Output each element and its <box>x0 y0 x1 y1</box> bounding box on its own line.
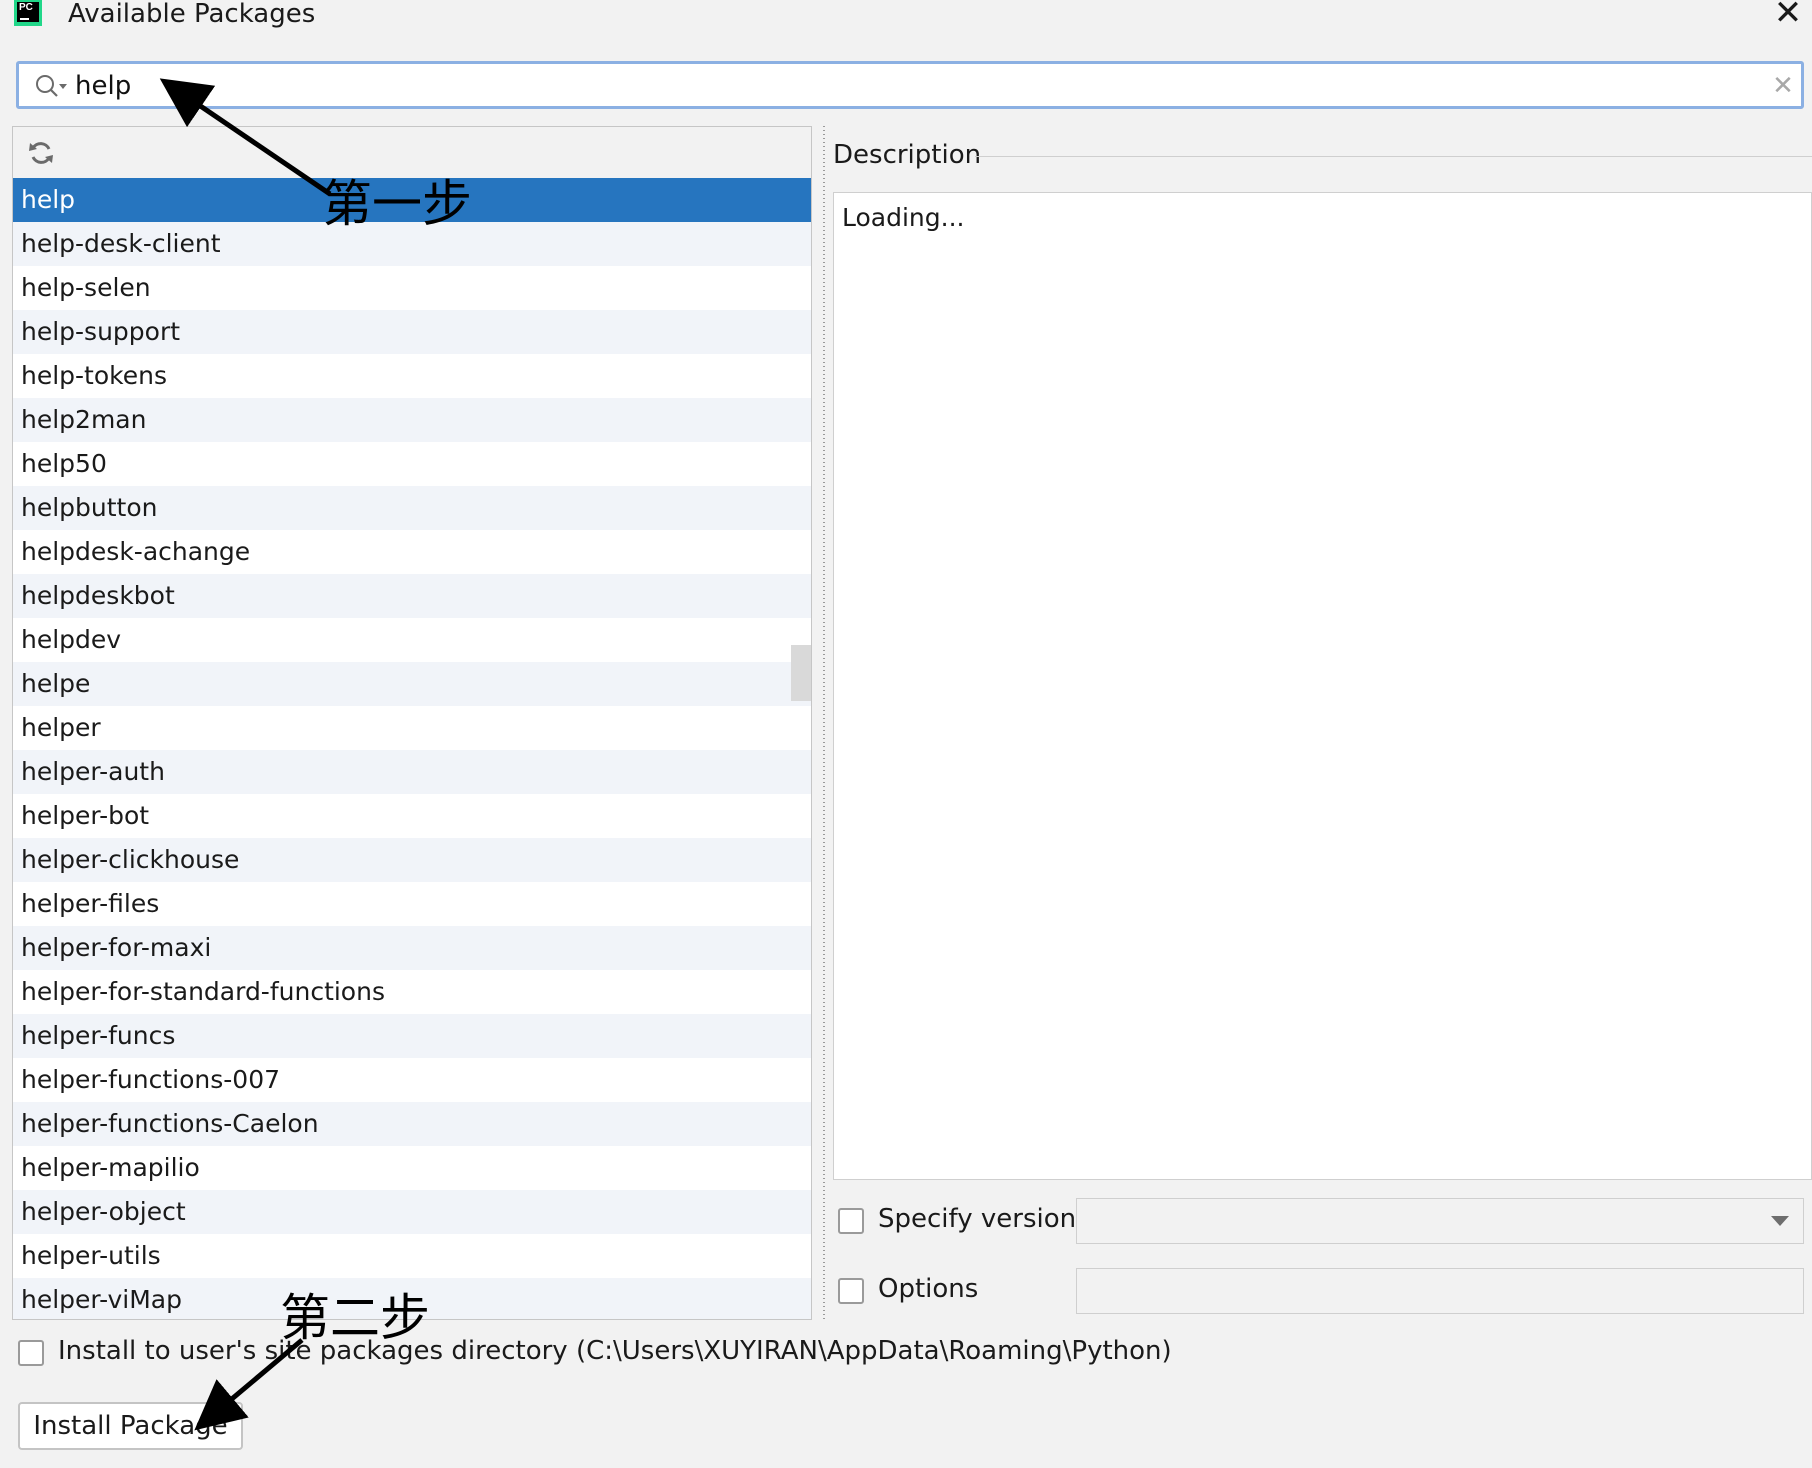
panel-splitter[interactable] <box>820 126 828 1320</box>
package-list-item[interactable]: helper-files <box>13 882 811 926</box>
specify-version-label[interactable]: Specify version <box>878 1204 1076 1234</box>
package-list-item[interactable]: helper-for-standard-functions <box>13 970 811 1014</box>
package-list-item[interactable]: helpdeskbot <box>13 574 811 618</box>
package-list-item[interactable]: helper-auth <box>13 750 811 794</box>
search-field[interactable]: ✕ <box>16 61 1804 109</box>
description-text: Loading... <box>842 203 965 232</box>
search-icon[interactable] <box>31 72 71 100</box>
package-list: help help-desk-client help-selen help-suppo… <box>13 178 811 1319</box>
options-checkbox[interactable] <box>838 1278 864 1304</box>
dialog-title: Available Packages <box>68 0 316 29</box>
package-list-item[interactable]: helper-utils <box>13 1234 811 1278</box>
install-to-user-label[interactable]: Install to user's site packages director… <box>58 1336 1172 1366</box>
clear-search-icon[interactable]: ✕ <box>1771 72 1795 100</box>
pycharm-app-icon: PC <box>14 0 42 26</box>
package-list-item[interactable]: helper-for-maxi <box>13 926 811 970</box>
package-list-item[interactable]: help2man <box>13 398 811 442</box>
package-list-item[interactable]: helper <box>13 706 811 750</box>
package-list-scrollbar[interactable] <box>791 645 811 701</box>
package-list-panel: help help-desk-client help-selen help-suppo… <box>12 126 812 1320</box>
install-package-button[interactable]: Install Package <box>18 1402 243 1450</box>
options-input[interactable] <box>1076 1268 1804 1314</box>
description-box: Loading... <box>833 192 1812 1180</box>
package-list-item[interactable]: helper-functions-007 <box>13 1058 811 1102</box>
close-icon[interactable]: ✕ <box>1772 0 1804 30</box>
package-list-item[interactable]: helper-functions-Caelon <box>13 1102 811 1146</box>
specify-version-checkbox[interactable] <box>838 1208 864 1234</box>
package-list-item[interactable]: help50 <box>13 442 811 486</box>
package-list-item[interactable]: helper-funcs <box>13 1014 811 1058</box>
package-list-item[interactable]: helper-bot <box>13 794 811 838</box>
package-list-item[interactable]: help-selen <box>13 266 811 310</box>
package-list-item[interactable]: help-tokens <box>13 354 811 398</box>
package-list-item[interactable]: helpbutton <box>13 486 811 530</box>
install-to-user-checkbox[interactable] <box>18 1340 44 1366</box>
options-label[interactable]: Options <box>878 1274 978 1304</box>
search-input[interactable] <box>75 68 1675 104</box>
version-dropdown[interactable] <box>1076 1198 1804 1244</box>
app-icon-text: PC <box>17 2 39 22</box>
description-divider <box>975 156 1812 157</box>
refresh-icon[interactable] <box>27 139 55 167</box>
package-list-item[interactable]: helper-mapilio <box>13 1146 811 1190</box>
step1-annotation: 第一步 <box>322 175 472 233</box>
description-label: Description <box>833 140 982 170</box>
step2-annotation: 第二步 <box>280 1289 430 1347</box>
package-list-item[interactable]: help-support <box>13 310 811 354</box>
package-list-item[interactable]: helpdesk-achange <box>13 530 811 574</box>
chevron-down-icon <box>1771 1216 1789 1226</box>
package-list-item[interactable]: helper-clickhouse <box>13 838 811 882</box>
package-list-item[interactable]: helper-object <box>13 1190 811 1234</box>
package-list-item[interactable]: helpe <box>13 662 811 706</box>
package-list-item[interactable]: helpdev <box>13 618 811 662</box>
